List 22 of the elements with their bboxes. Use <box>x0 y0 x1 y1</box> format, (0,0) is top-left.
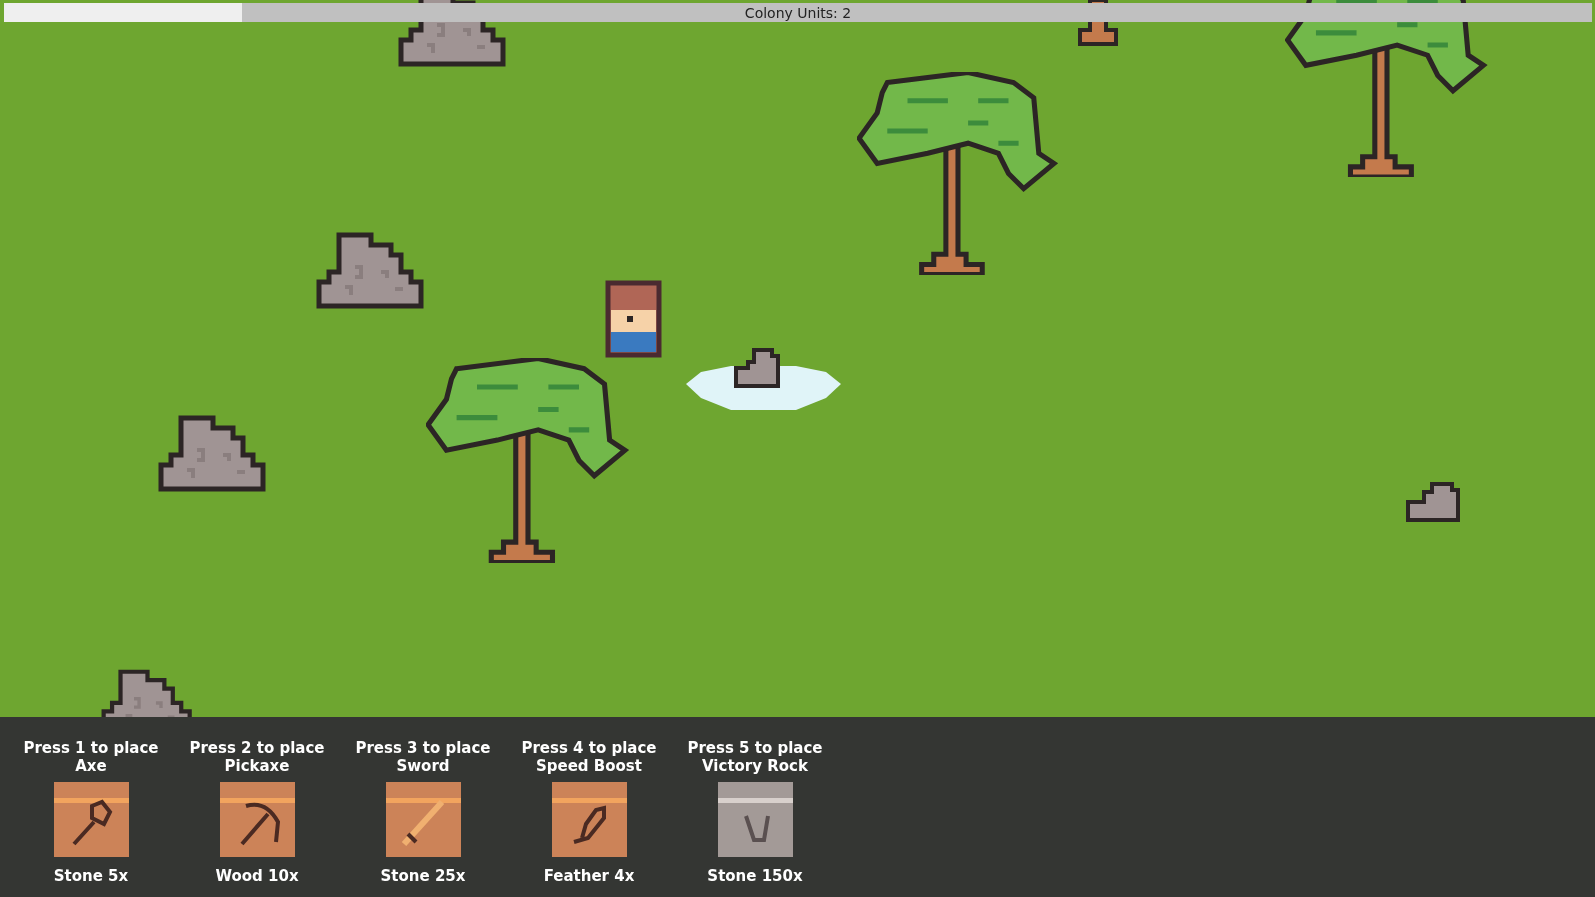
item-cost: Stone 5x <box>53 867 129 885</box>
place-prompt: Press 2 to place Pickaxe <box>189 739 325 775</box>
sword-icon <box>401 800 444 846</box>
rock-drawing <box>1405 482 1463 524</box>
feather-icon <box>572 805 606 844</box>
place-prompt: Press 5 to place Victory Rock <box>687 739 823 775</box>
item-cost: Feather 4x <box>543 867 635 885</box>
place-prompt: Press 4 to place Speed Boost <box>521 739 657 775</box>
item-tile[interactable] <box>385 782 461 857</box>
colony-units-label: Colony Units: 2 <box>744 4 852 21</box>
item-cost: Wood 10x <box>215 867 299 885</box>
item-tile[interactable] <box>53 782 129 857</box>
item-tile[interactable] <box>717 782 793 857</box>
item-cost: Stone 25x <box>380 867 466 885</box>
item-cost: Stone 150x <box>707 867 803 885</box>
place-prompt: Press 1 to place Axe <box>23 739 159 775</box>
pickaxe-icon <box>239 802 280 846</box>
item-tile[interactable] <box>551 782 627 857</box>
place-prompt: Press 3 to place Sword <box>355 739 491 775</box>
rock-icon <box>743 815 770 842</box>
item-tile[interactable] <box>219 782 295 857</box>
axe-icon <box>71 799 112 846</box>
